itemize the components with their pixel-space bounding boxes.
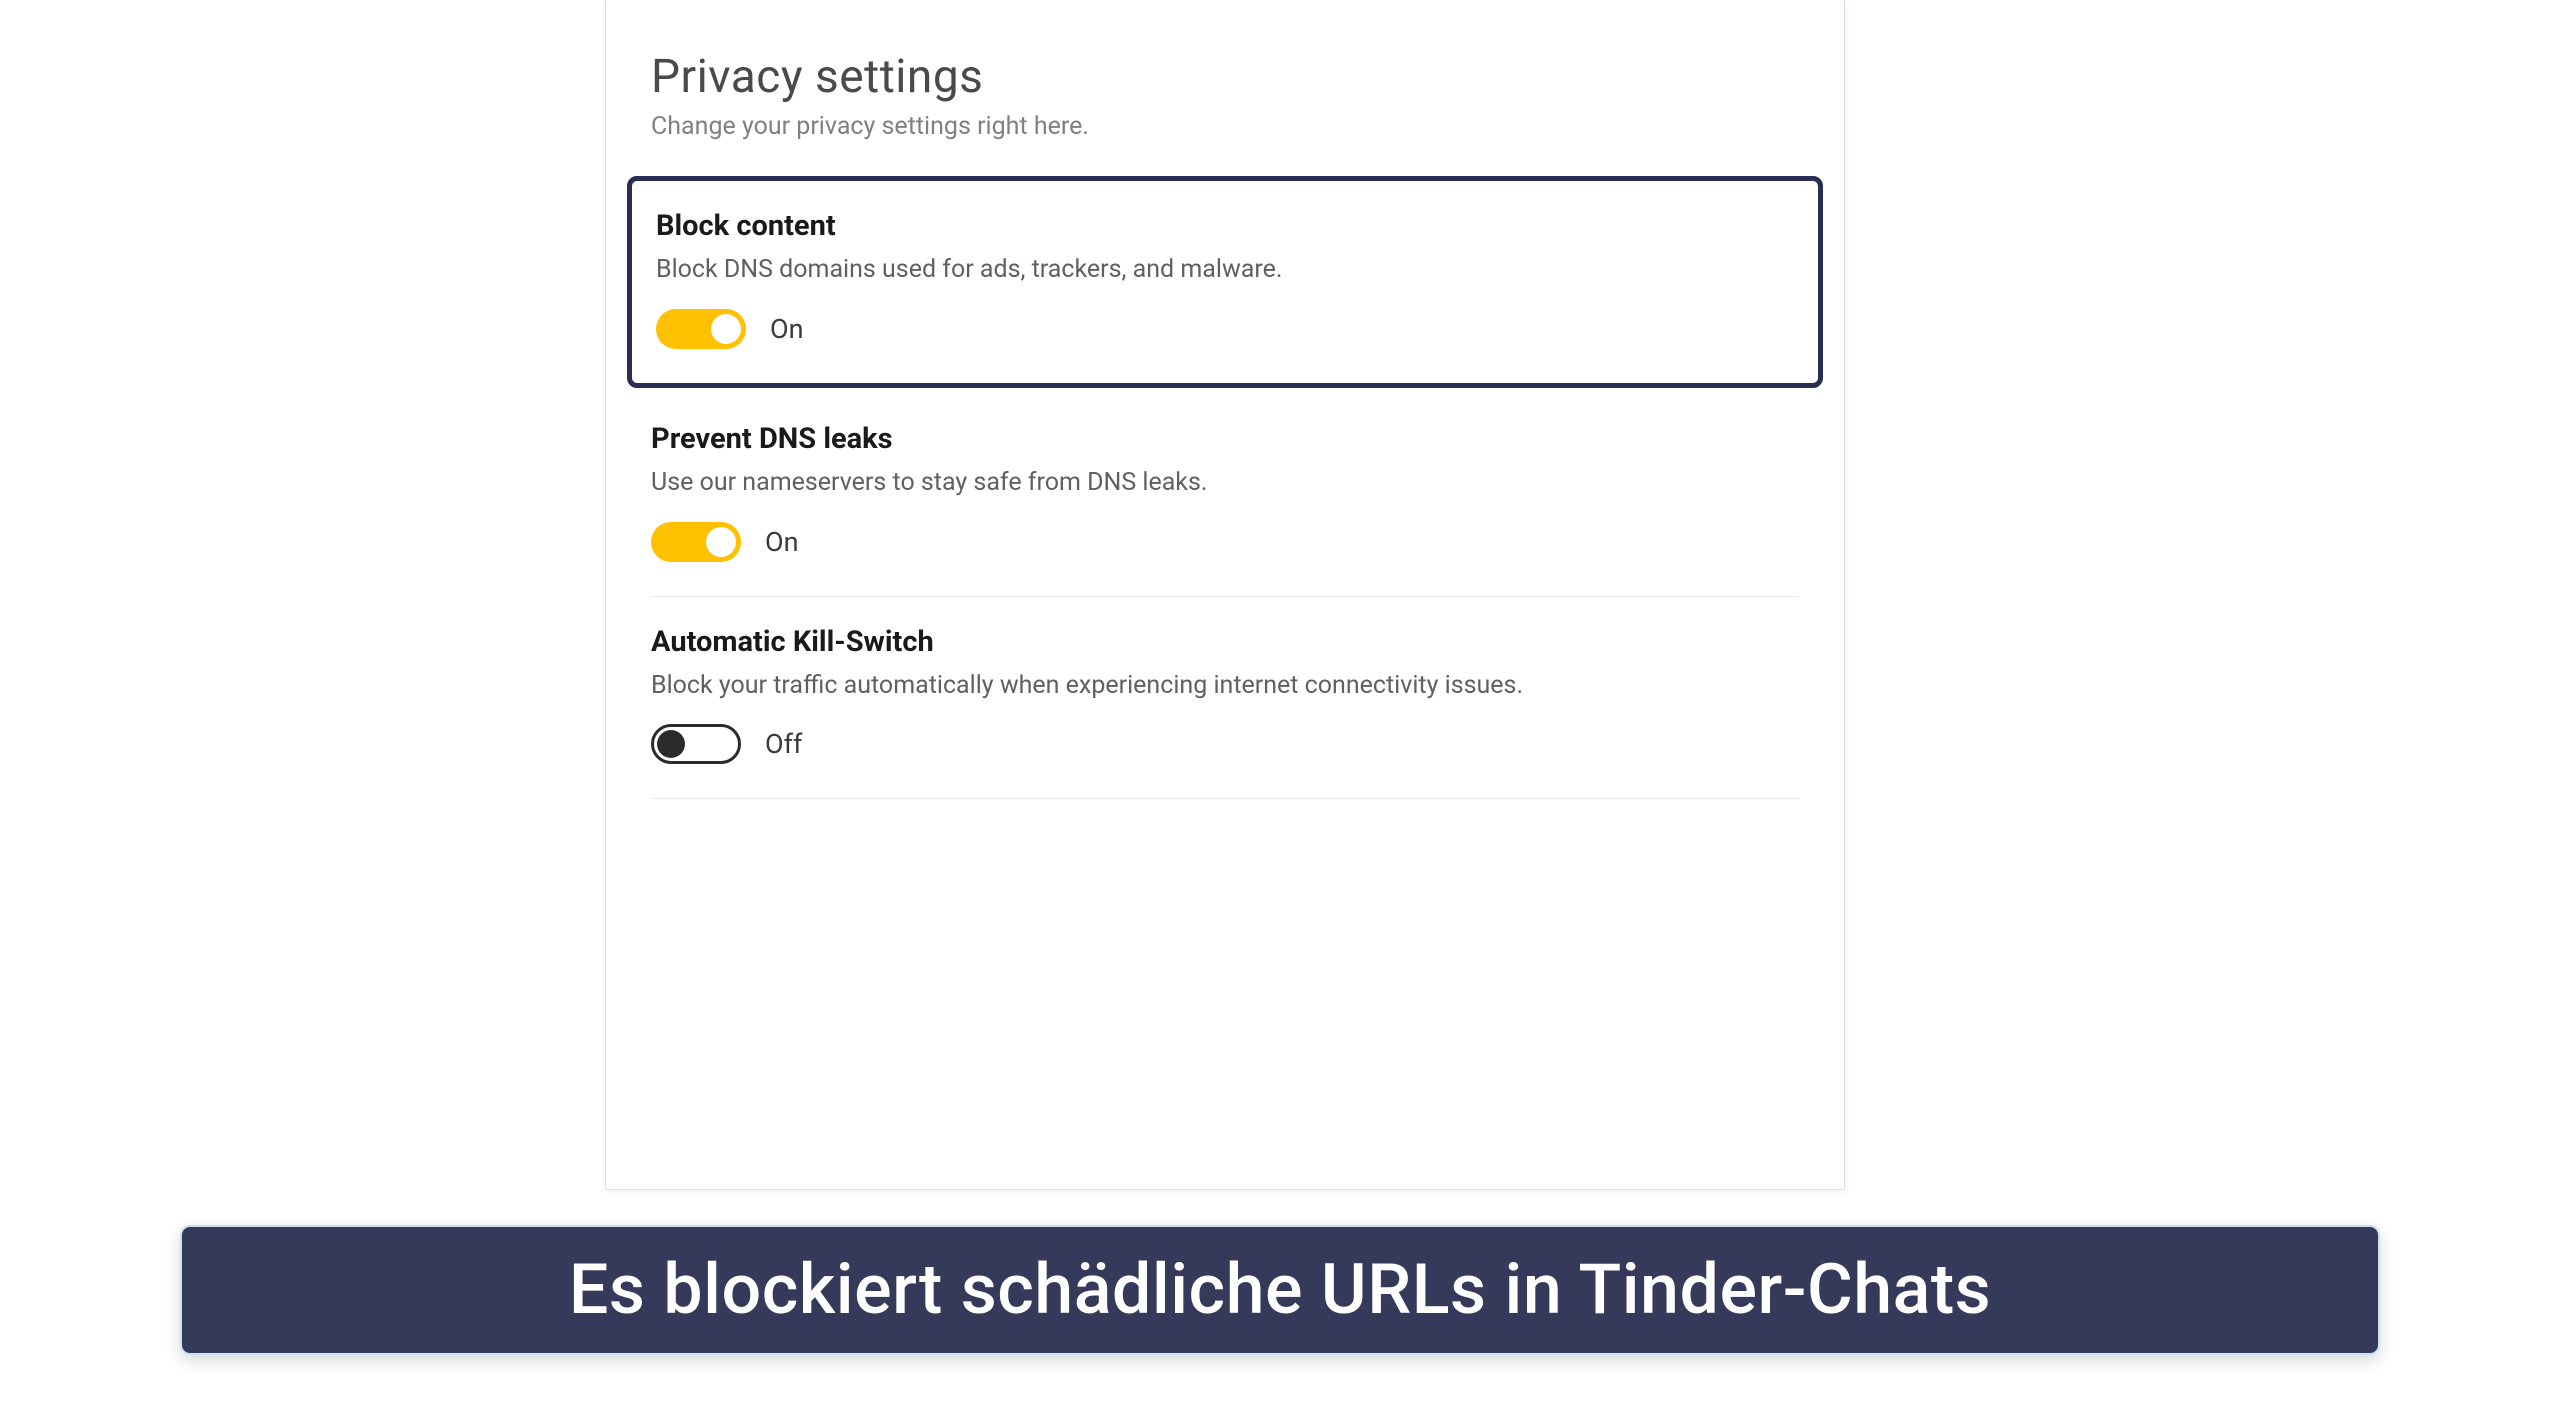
toggle-state-label: On [770, 313, 804, 345]
settings-panel: Privacy settings Change your privacy set… [605, 0, 1845, 1190]
toggle-state-label: On [765, 526, 799, 558]
toggle-knob [711, 314, 741, 344]
setting-desc: Block DNS domains used for ads, trackers… [656, 253, 1794, 287]
caption-text: Es blockiert schädliche URLs in Tinder-C… [569, 1249, 1991, 1331]
block-content-toggle[interactable] [656, 309, 746, 349]
setting-prevent-dns: Prevent DNS leaks Use our nameservers to… [651, 394, 1799, 597]
toggle-knob [657, 730, 685, 758]
prevent-dns-toggle[interactable] [651, 522, 741, 562]
setting-desc: Block your traffic automatically when ex… [651, 669, 1799, 703]
setting-title: Prevent DNS leaks [651, 422, 1799, 456]
setting-title: Automatic Kill-Switch [651, 625, 1799, 659]
toggle-state-label: Off [765, 728, 802, 760]
toggle-row: Off [651, 724, 1799, 764]
setting-title: Block content [656, 209, 1794, 243]
setting-kill-switch: Automatic Kill-Switch Block your traffic… [651, 597, 1799, 800]
page-subtitle: Change your privacy settings right here. [651, 112, 1799, 141]
setting-block-content: Block content Block DNS domains used for… [627, 176, 1823, 388]
toggle-knob [706, 527, 736, 557]
kill-switch-toggle[interactable] [651, 724, 741, 764]
setting-desc: Use our nameservers to stay safe from DN… [651, 466, 1799, 500]
toggle-row: On [651, 522, 1799, 562]
caption-bar: Es blockiert schädliche URLs in Tinder-C… [180, 1225, 2380, 1355]
page-title: Privacy settings [651, 50, 1799, 104]
toggle-row: On [656, 309, 1794, 349]
